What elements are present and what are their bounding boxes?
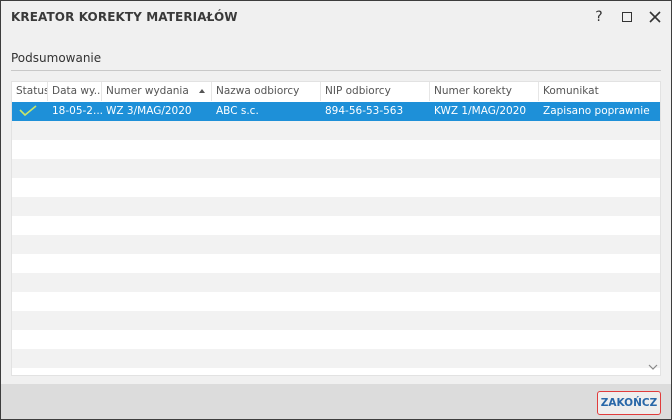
status-cell	[12, 102, 48, 121]
date-cell: 18-05-2...	[52, 105, 102, 117]
help-button[interactable]: ?	[587, 5, 611, 29]
empty-row	[12, 292, 660, 311]
scroll-down-icon[interactable]	[648, 363, 658, 371]
empty-row	[12, 121, 660, 140]
empty-row	[12, 159, 660, 178]
column-header-data[interactable]: Data wy...	[48, 82, 102, 101]
grid-header: Status Data wy... Numer wydania Nazwa od…	[12, 82, 660, 101]
table-row[interactable]: 18-05-2... WZ 3/MAG/2020 ABC s.c. 894-56…	[12, 102, 660, 121]
maximize-icon	[622, 12, 632, 22]
finish-button[interactable]: ZAKOŃCZ	[597, 391, 661, 415]
sort-ascending-icon	[199, 89, 205, 93]
empty-row	[12, 140, 660, 159]
column-header-numer-wydania-label: Numer wydania	[106, 85, 189, 97]
empty-row	[12, 330, 660, 349]
empty-row	[12, 216, 660, 235]
column-header-komunikat[interactable]: Komunikat	[539, 82, 660, 101]
column-header-numer-wydania[interactable]: Numer wydania	[102, 82, 212, 101]
empty-row	[12, 197, 660, 216]
empty-row	[12, 235, 660, 254]
empty-row	[12, 349, 660, 368]
footer-bar	[1, 384, 671, 419]
window-title: KREATOR KOREKTY MATERIAŁÓW	[11, 10, 238, 24]
empty-row	[12, 273, 660, 292]
check-icon	[19, 105, 37, 117]
komunikat-cell: Zapisano poprawnie	[543, 105, 650, 117]
numer-korekty-cell: KWZ 1/MAG/2020	[434, 105, 527, 117]
maximize-button[interactable]	[615, 5, 639, 29]
column-header-nazwa-odbiorcy[interactable]: Nazwa odbiorcy	[212, 82, 321, 101]
nazwa-odbiorcy-cell: ABC s.c.	[216, 105, 259, 117]
column-header-numer-korekty[interactable]: Numer korekty	[430, 82, 539, 101]
numer-wydania-cell: WZ 3/MAG/2020	[106, 105, 192, 117]
title-bar: KREATOR KOREKTY MATERIAŁÓW ?	[1, 1, 671, 34]
close-icon	[649, 11, 661, 23]
close-button[interactable]	[643, 5, 667, 29]
empty-row	[12, 311, 660, 330]
empty-row	[12, 178, 660, 197]
summary-grid[interactable]: Status Data wy... Numer wydania Nazwa od…	[11, 81, 661, 376]
column-header-status[interactable]: Status	[12, 82, 48, 101]
empty-row	[12, 254, 660, 273]
dialog-window: KREATOR KOREKTY MATERIAŁÓW ? Podsumowani…	[0, 0, 672, 420]
section-title: Podsumowanie	[11, 51, 102, 65]
column-header-nip[interactable]: NIP odbiorcy	[321, 82, 430, 101]
nip-cell: 894-56-53-563	[325, 105, 404, 117]
section-divider	[11, 70, 661, 71]
